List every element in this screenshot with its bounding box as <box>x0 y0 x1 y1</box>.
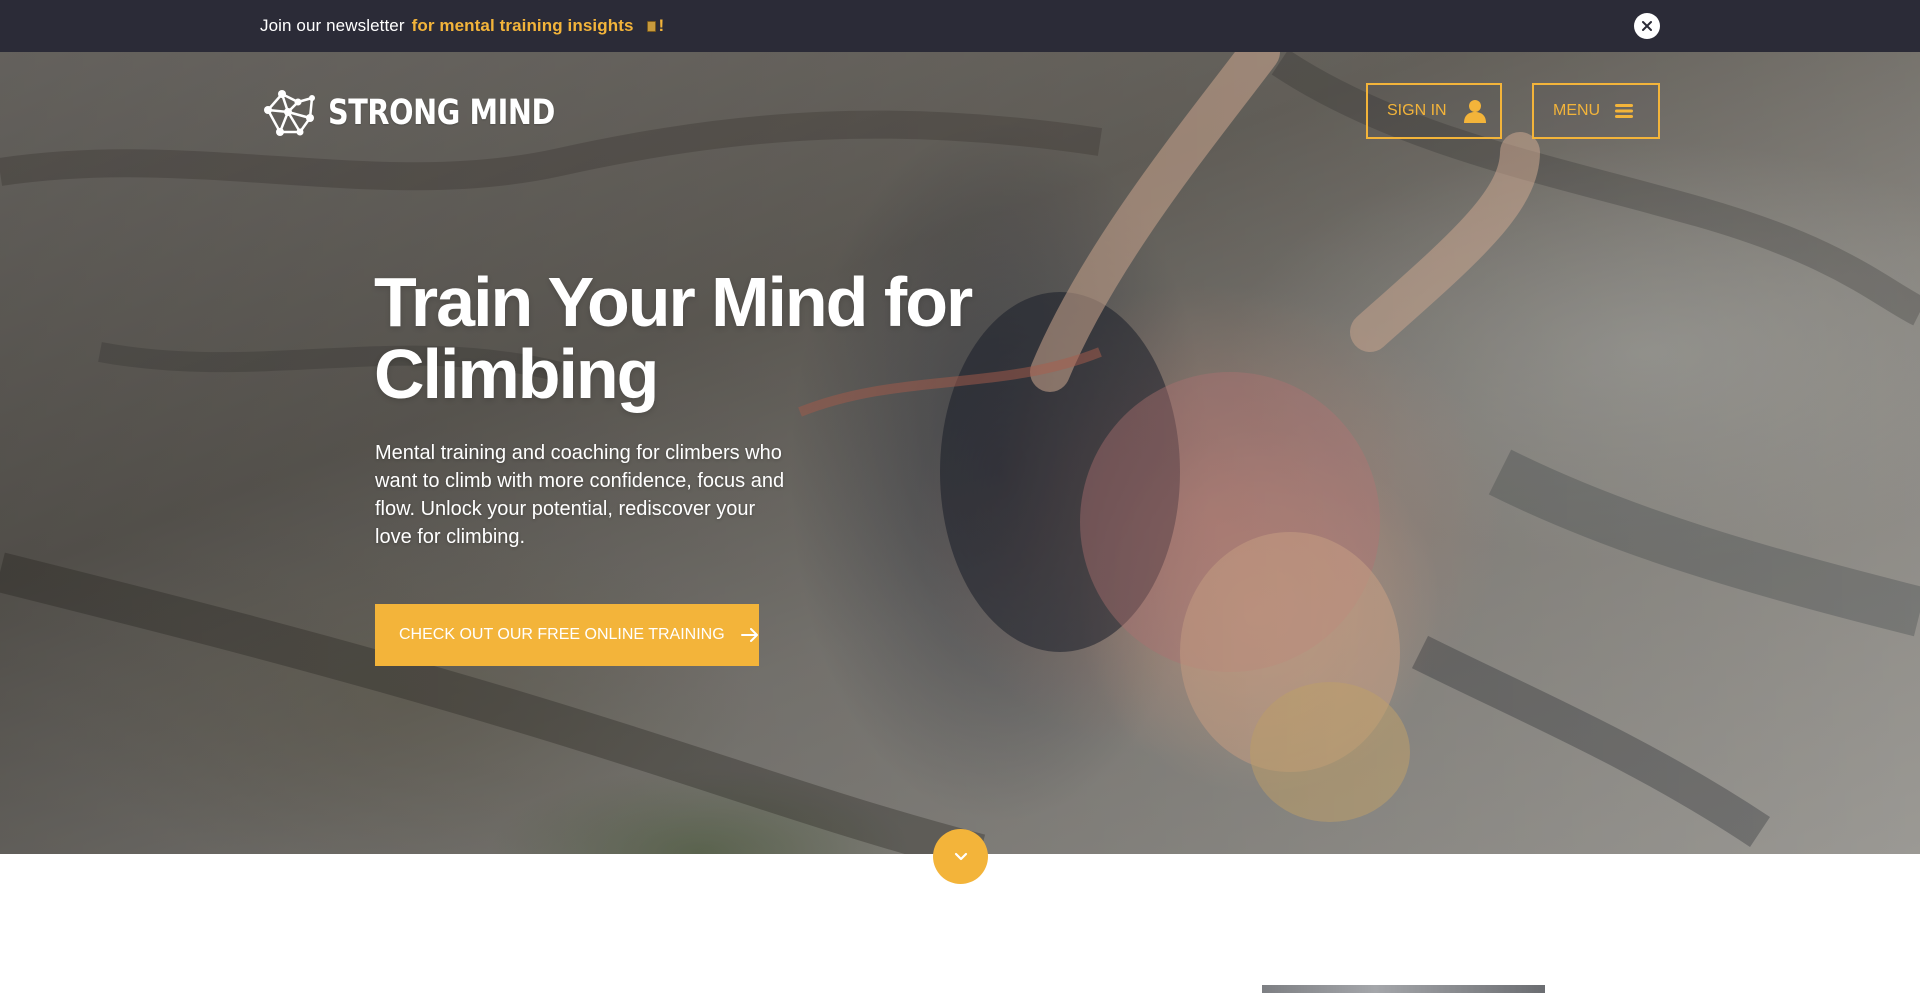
newsletter-message[interactable]: Join our newsletter for mental training … <box>260 0 664 52</box>
book-emoji-icon <box>646 20 656 32</box>
chevron-down-icon <box>954 852 967 861</box>
scroll-down-button[interactable] <box>933 829 988 884</box>
close-newsletter-button[interactable] <box>1634 13 1660 39</box>
hero-section: STRONG MIND SIGN IN MENU Train Your Mind… <box>0 52 1920 854</box>
hero-subtitle: Mental training and coaching for climber… <box>375 442 785 548</box>
hamburger-icon <box>1615 104 1634 118</box>
network-nodes-icon <box>264 90 315 136</box>
logo-wordmark: STRONG MIND <box>328 93 555 133</box>
sign-in-label: SIGN IN <box>1387 102 1447 119</box>
site-logo[interactable]: STRONG MIND <box>260 88 605 138</box>
newsletter-suffix: ! <box>658 16 665 35</box>
hero-title-line2: Climbing <box>374 335 659 413</box>
free-training-cta-button[interactable]: CHECK OUT OUR FREE ONLINE TRAINING <box>375 604 759 666</box>
newsletter-bar: Join our newsletter for mental training … <box>0 0 1920 52</box>
sign-in-button[interactable]: SIGN IN <box>1366 83 1502 139</box>
menu-label: MENU <box>1553 102 1601 119</box>
hero-overlay <box>0 52 1920 854</box>
newsletter-highlight-link[interactable]: for mental training insights <box>412 16 634 36</box>
user-icon <box>1463 100 1486 123</box>
cta-label: CHECK OUT OUR FREE ONLINE TRAINING <box>399 626 725 643</box>
hero-title-line1: Train Your Mind for <box>374 263 973 341</box>
close-icon <box>1642 21 1652 31</box>
menu-button[interactable]: MENU <box>1532 83 1660 139</box>
section-image <box>1262 985 1545 993</box>
arrow-right-icon <box>740 628 758 642</box>
hero-title: Train Your Mind for Climbing <box>374 266 994 410</box>
newsletter-prefix: Join our newsletter <box>260 16 405 35</box>
